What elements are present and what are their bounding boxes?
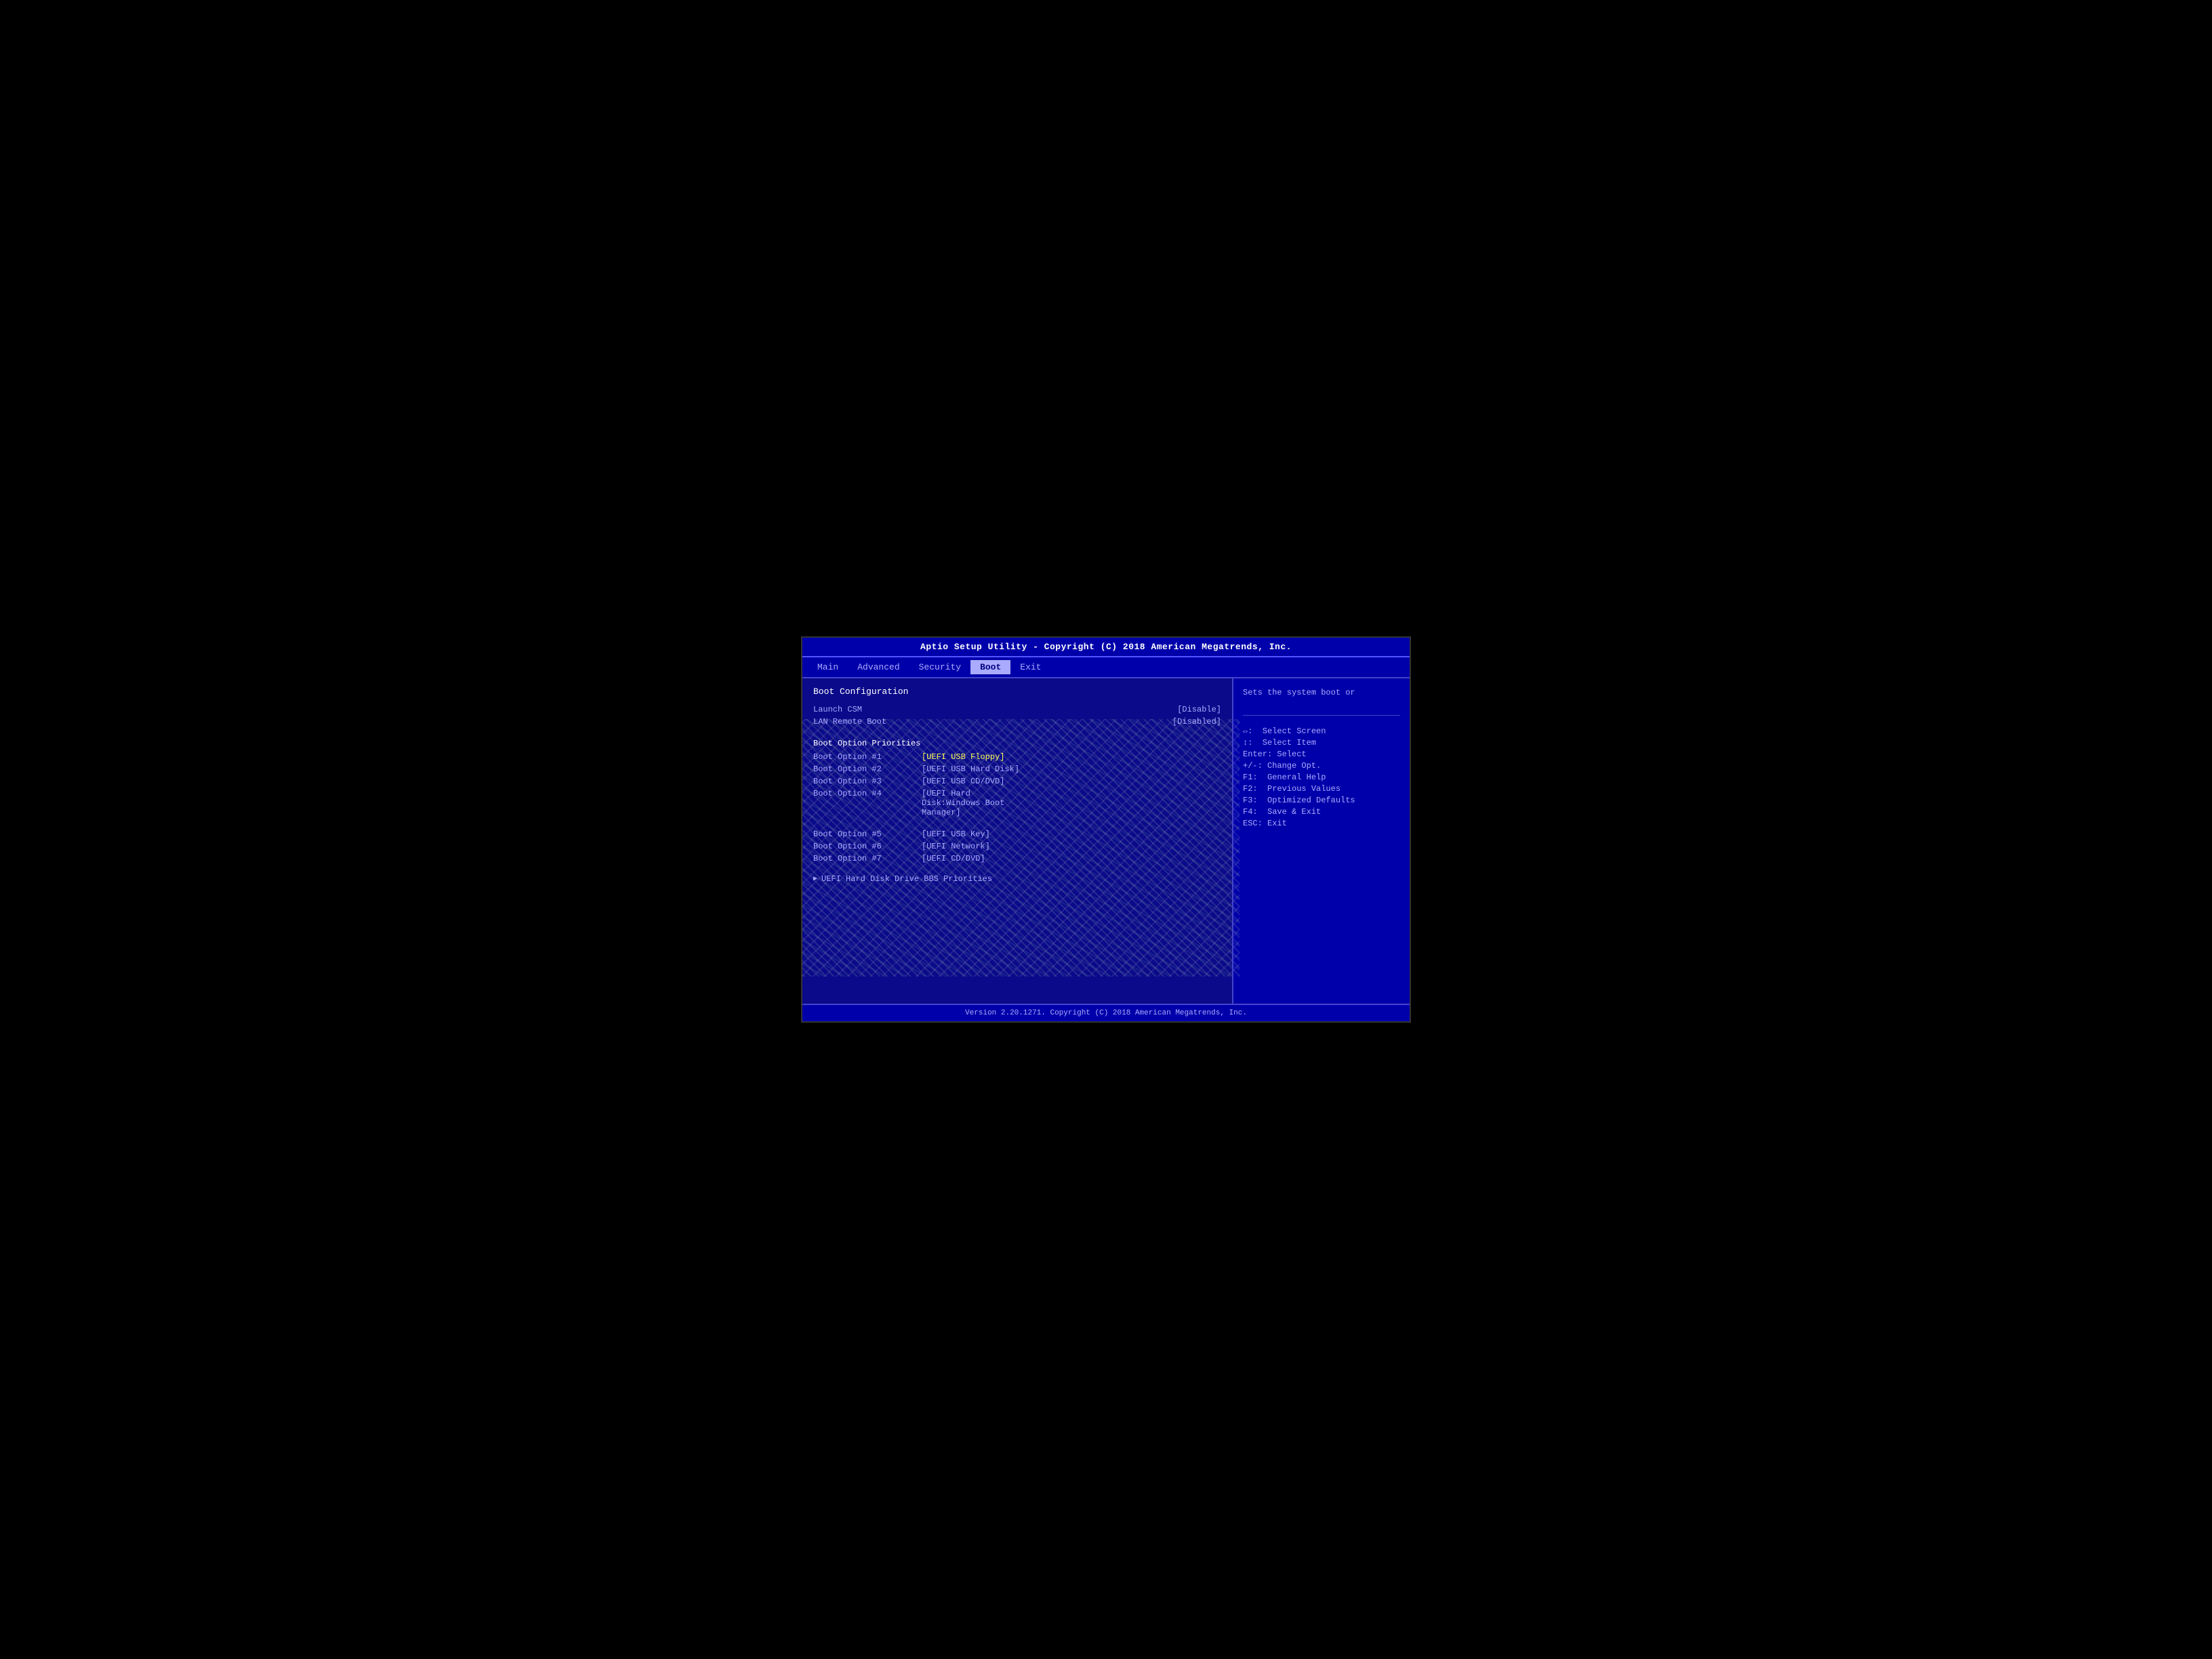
key-select-item: ↕: Select Item [1243, 738, 1400, 747]
bbs-priorities-link[interactable]: UEFI Hard Disk Drive BBS Priorities [813, 874, 1221, 884]
boot-option-3-value[interactable]: [UEFI USB CD/DVD] [922, 777, 1004, 786]
key-f3: F3: Optimized Defaults [1243, 796, 1400, 805]
lan-remote-boot-row: LAN Remote Boot [Disabled] [813, 717, 1221, 726]
key-select-screen: ⇔: Select Screen [1243, 726, 1400, 736]
boot-option-5-value[interactable]: [UEFI USB Key] [922, 830, 990, 839]
boot-option-3-label: Boot Option #3 [813, 777, 922, 786]
nav-bar: Main Advanced Security Boot Exit [802, 657, 1410, 678]
boot-option-7-row: Boot Option #7 [UEFI CD/DVD] [813, 854, 1221, 863]
boot-option-7-value[interactable]: [UEFI CD/DVD] [922, 854, 985, 863]
boot-option-2-row: Boot Option #2 [UEFI USB Hard Disk] [813, 764, 1221, 774]
key-change-opt: +/-: Change Opt. [1243, 761, 1400, 771]
key-f2: F2: Previous Values [1243, 784, 1400, 794]
boot-option-4-row: Boot Option #4 [UEFI Hard Disk:Windows B… [813, 789, 1221, 817]
boot-option-1-value[interactable]: [UEFI USB Floppy] [922, 752, 1004, 762]
launch-csm-row: Launch CSM [Disable] [813, 705, 1221, 714]
key-enter: Enter: Select [1243, 750, 1400, 759]
left-panel: Boot Configuration Launch CSM [Disable] … [802, 678, 1233, 1004]
nav-advanced[interactable]: Advanced [848, 660, 909, 674]
key-f1: F1: General Help [1243, 773, 1400, 782]
boot-option-5-label: Boot Option #5 [813, 830, 922, 839]
boot-option-6-label: Boot Option #6 [813, 842, 922, 851]
boot-option-5-row: Boot Option #5 [UEFI USB Key] [813, 830, 1221, 839]
help-description: Sets the system boot or [1243, 687, 1400, 699]
help-divider [1243, 715, 1400, 716]
boot-option-2-value[interactable]: [UEFI USB Hard Disk] [922, 764, 1019, 774]
boot-priorities-title: Boot Option Priorities [813, 739, 1221, 748]
footer-text: Version 2.20.1271. Copyright (C) 2018 Am… [965, 1009, 1247, 1017]
right-panel: Sets the system boot or ⇔: Select Screen… [1233, 678, 1410, 1004]
nav-security[interactable]: Security [909, 660, 970, 674]
header-title: Aptio Setup Utility - Copyright (C) 2018… [802, 638, 1410, 657]
lan-remote-boot-value[interactable]: [Disabled] [1172, 717, 1221, 726]
bbs-priorities-label: UEFI Hard Disk Drive BBS Priorities [821, 874, 992, 884]
boot-option-4-value[interactable]: [UEFI Hard Disk:Windows Boot Manager] [922, 789, 1004, 817]
key-help-section: ⇔: Select Screen ↕: Select Item Enter: S… [1243, 726, 1400, 830]
boot-option-1-row: Boot Option #1 [UEFI USB Floppy] [813, 752, 1221, 762]
bios-screen: Aptio Setup Utility - Copyright (C) 2018… [801, 636, 1411, 1023]
nav-exit[interactable]: Exit [1010, 660, 1050, 674]
nav-main[interactable]: Main [808, 660, 848, 674]
boot-option-6-row: Boot Option #6 [UEFI Network] [813, 842, 1221, 851]
boot-option-1-label: Boot Option #1 [813, 752, 922, 762]
nav-boot[interactable]: Boot [970, 660, 1010, 674]
boot-option-3-row: Boot Option #3 [UEFI USB CD/DVD] [813, 777, 1221, 786]
boot-option-6-value[interactable]: [UEFI Network] [922, 842, 990, 851]
boot-option-4-label: Boot Option #4 [813, 789, 922, 817]
lan-remote-boot-label: LAN Remote Boot [813, 717, 886, 726]
launch-csm-value[interactable]: [Disable] [1177, 705, 1221, 714]
section-title: Boot Configuration [813, 687, 1221, 697]
boot-option-7-label: Boot Option #7 [813, 854, 922, 863]
main-content: Boot Configuration Launch CSM [Disable] … [802, 678, 1410, 1004]
launch-csm-label: Launch CSM [813, 705, 862, 714]
boot-option-2-label: Boot Option #2 [813, 764, 922, 774]
footer: Version 2.20.1271. Copyright (C) 2018 Am… [802, 1004, 1410, 1021]
key-f4: F4: Save & Exit [1243, 807, 1400, 817]
key-esc: ESC: Exit [1243, 819, 1400, 828]
header-title-text: Aptio Setup Utility - Copyright (C) 2018… [920, 642, 1292, 652]
